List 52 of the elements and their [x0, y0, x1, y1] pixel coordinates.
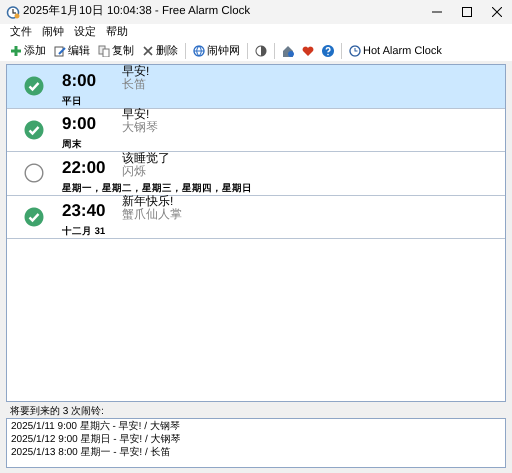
- contrast-icon: [255, 45, 267, 57]
- upcoming-item: 2025/1/12 9:00 星期日 - 早安! / 大钢琴: [11, 433, 182, 446]
- toolbar-button[interactable]: 复制: [94, 41, 138, 61]
- check-circle-icon[interactable]: [24, 206, 44, 227]
- check-circle-icon[interactable]: [24, 120, 44, 140]
- heart-icon: [302, 45, 314, 57]
- upcoming-label: 将要到来的 3 次闹铃:: [10, 406, 105, 417]
- alarm-row[interactable]: 23:40 新年快乐! 蟹爪仙人掌 十二月 31: [7, 196, 505, 239]
- menu-item[interactable]: 设定: [70, 24, 102, 41]
- menu-item[interactable]: 闹钟: [38, 24, 70, 41]
- alarm-message: 该睡觉了: [122, 152, 170, 165]
- alarm-sound: 大钢琴: [122, 121, 158, 134]
- alarm-time: 23:40: [62, 201, 106, 220]
- alarm-days: 平日: [62, 94, 82, 108]
- alarm-row[interactable]: 9:00 早安! 大钢琴 周末: [7, 108, 505, 152]
- toolbar-button[interactable]: 添加: [6, 41, 50, 61]
- clock-icon: [349, 45, 361, 57]
- toolbar-button[interactable]: Hot Alarm Clock: [345, 41, 446, 61]
- empty-circle-icon[interactable]: [24, 163, 44, 184]
- close-icon: [492, 7, 502, 17]
- alarm-message: 新年快乐!: [122, 195, 174, 208]
- menu-item[interactable]: 文件: [6, 24, 38, 41]
- alarm-days: 星期一，星期二，星期三，星期四，星期日: [62, 182, 252, 195]
- toolbar-button[interactable]: 编辑: [50, 41, 94, 61]
- upcoming-item: 2025/1/13 8:00 星期一 - 早安! / 长笛: [11, 446, 172, 459]
- alarm-time: 8:00: [62, 70, 96, 90]
- menu-item[interactable]: 帮助: [102, 24, 134, 41]
- home-icon: [282, 45, 294, 57]
- alarm-message: 早安!: [122, 108, 150, 122]
- edit-icon: [54, 45, 66, 57]
- upcoming-item: 2025/1/11 9:00 星期六 - 早安! / 大钢琴: [11, 420, 181, 433]
- alarm-row[interactable]: 8:00 早安! 长笛 平日: [7, 65, 505, 108]
- alarm-days: 十二月 31: [62, 225, 106, 238]
- alarm-time: 9:00: [62, 114, 96, 134]
- maximize-icon: [462, 7, 472, 17]
- alarm-clock-icon: [6, 5, 20, 19]
- plus-icon: [10, 45, 22, 57]
- alarm-sound: 蟹爪仙人掌: [122, 208, 182, 222]
- alarm-days: 周末: [62, 138, 82, 152]
- check-circle-icon[interactable]: [24, 76, 44, 96]
- alarm-time: 22:00: [62, 158, 106, 177]
- alarm-sound: 长笛: [122, 78, 147, 91]
- toolbar-button[interactable]: 闹钟网: [189, 41, 244, 61]
- copy-icon: [98, 45, 110, 57]
- help-icon: [322, 45, 334, 57]
- close-icon: [142, 45, 154, 57]
- alarm-sound: 闪烁: [122, 164, 147, 178]
- toolbar-button[interactable]: 删除: [138, 41, 182, 61]
- alarm-row[interactable]: 22:00 该睡觉了 闪烁 星期一，星期二，星期三，星期四，星期日: [7, 152, 505, 196]
- window-title: 2025年1月10日 10:04:38 - Free Alarm Clock: [23, 4, 252, 20]
- globe-icon: [193, 45, 205, 57]
- alarm-message: 早安!: [122, 64, 150, 78]
